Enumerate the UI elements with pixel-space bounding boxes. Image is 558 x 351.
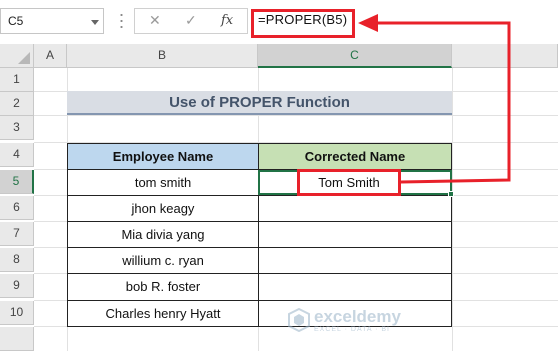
exceldemy-watermark: exceldemy EXCEL · DATA · BI bbox=[288, 304, 408, 342]
watermark-tagline: EXCEL · DATA · BI bbox=[314, 326, 390, 333]
exceldemy-logo-icon bbox=[288, 308, 310, 332]
annotation-arrow bbox=[358, 14, 511, 184]
watermark-name: exceldemy bbox=[314, 307, 401, 326]
